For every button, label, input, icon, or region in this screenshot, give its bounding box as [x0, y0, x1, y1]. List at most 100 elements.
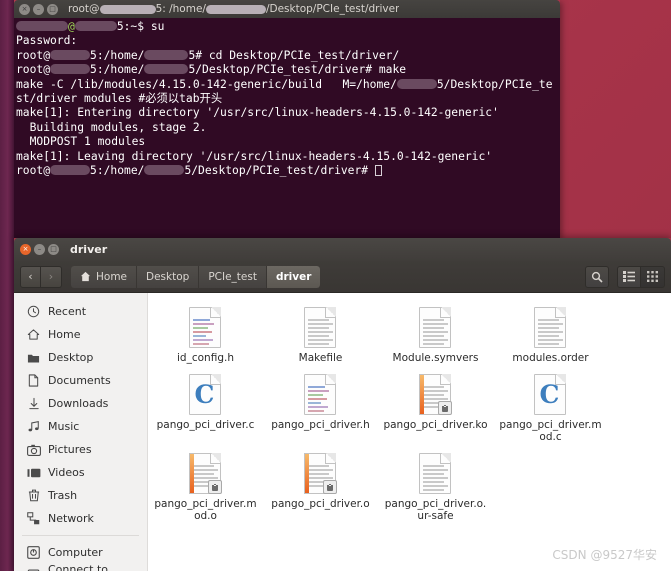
terminal-titlebar[interactable]: × – □ root@ 5: /home/ /Desktop/PCIe_test/d… — [14, 0, 560, 18]
file-manager-titlebar[interactable]: × – □ driver — [14, 238, 671, 261]
file-grid-row: Cpango_pci_driver.c pango_pci_driver.h pan… — [148, 370, 671, 449]
terminal-text: Building modules, stage 2. — [16, 120, 207, 134]
breadcrumb[interactable]: Home Desktop PCIe_test driver — [71, 265, 321, 288]
c-source-file-icon[interactable]: C — [533, 374, 568, 416]
binary-stripe — [418, 374, 424, 415]
terminal-line: root@ 5:/home/5/Desktop/PCIe_test/driver#… — [16, 63, 560, 77]
folder-icon — [26, 351, 41, 365]
grid-view-icon[interactable] — [641, 265, 665, 288]
terminal-line: MODPOST 1 modules — [16, 135, 560, 149]
file-item[interactable]: pango_pci_driver.o.ur-safe — [378, 449, 493, 522]
file-item[interactable]: pango_pci_driver.o — [263, 449, 378, 522]
text-file-icon[interactable] — [418, 307, 453, 349]
sidebar-item-pictures[interactable]: Pictures — [14, 438, 147, 461]
sidebar-item-music[interactable]: Music — [14, 415, 147, 438]
sidebar-item-computer[interactable]: Computer — [14, 541, 147, 564]
sidebar-item-label: Recent — [48, 305, 87, 318]
file-item[interactable]: id_config.h — [148, 303, 263, 364]
file-list-view[interactable]: id_config.h Makefile Module.symvers modules… — [148, 293, 671, 571]
redacted-username — [205, 4, 266, 14]
breadcrumb-item-home[interactable]: Home — [71, 265, 138, 288]
sidebar-item-label: Home — [48, 328, 81, 341]
terminal-minimize-icon[interactable]: – — [33, 3, 44, 15]
home-icon — [80, 271, 94, 282]
terminal-line: make[1]: Leaving directory '/usr/src/lin… — [16, 150, 560, 164]
sidebar-item-documents[interactable]: Documents — [14, 369, 147, 392]
file-item[interactable]: pango_pci_driver.mod.o — [148, 449, 263, 522]
file-manager-toolbar[interactable]: ‹ › Home Desktop PCIe_test driver — [14, 261, 671, 293]
text-file-icon[interactable] — [533, 307, 568, 349]
binary-file-icon[interactable] — [418, 374, 453, 416]
file-code-lines — [307, 386, 333, 414]
sidebar-item-home[interactable]: Home — [14, 323, 147, 346]
sidebar-item-recent[interactable]: Recent — [14, 300, 147, 323]
file-text-lines — [422, 319, 448, 347]
breadcrumb-item-pcie-test[interactable]: PCIe_test — [199, 265, 267, 288]
lock-icon — [207, 480, 222, 494]
document-icon — [26, 374, 41, 388]
terminal-text: make[1]: Entering directory '/usr/src/li… — [16, 106, 499, 120]
file-code-lines — [192, 319, 218, 347]
file-name-label: pango_pci_driver.mod.c — [499, 419, 602, 443]
back-button[interactable]: ‹ — [20, 265, 41, 288]
terminal-text: 5# cd Desktop/PCIe_test/driver/ — [188, 48, 400, 62]
close-icon[interactable]: × — [20, 244, 31, 255]
text-file-icon[interactable] — [303, 307, 338, 349]
navigation-buttons[interactable]: ‹ › — [20, 265, 62, 288]
c-source-file-icon[interactable]: C — [188, 374, 223, 416]
lock-icon — [437, 401, 452, 415]
sidebar-item-network[interactable]: Network — [14, 507, 147, 530]
file-item[interactable]: Cpango_pci_driver.mod.c — [493, 370, 608, 443]
sidebar-item-videos[interactable]: Videos — [14, 461, 147, 484]
list-view-icon[interactable] — [617, 265, 641, 288]
terminal-cursor — [374, 164, 382, 176]
file-text-lines — [537, 319, 563, 347]
unity-launcher-bar[interactable] — [0, 0, 14, 571]
file-name-label: modules.order — [512, 352, 589, 364]
minimize-icon[interactable]: – — [34, 244, 45, 255]
breadcrumb-label: PCIe_test — [208, 270, 257, 283]
sidebar-item-downloads[interactable]: Downloads — [14, 392, 147, 415]
text-file-icon[interactable] — [188, 307, 223, 349]
file-name-label: pango_pci_driver.ko — [383, 419, 488, 431]
view-toggle-group[interactable] — [617, 265, 665, 288]
text-file-icon[interactable] — [418, 453, 453, 495]
terminal-line: root@ 5:/home/5/Desktop/PCIe_test/driver# — [16, 164, 560, 178]
sidebar-item-label: Music — [48, 420, 80, 433]
file-item[interactable]: Module.symvers — [378, 303, 493, 364]
sidebar[interactable]: Recent Home Desktop Documents Downloads Music… — [14, 293, 148, 571]
breadcrumb-label: Home — [96, 270, 128, 283]
redacted-username — [50, 164, 91, 175]
terminal-text: make[1]: Leaving directory '/usr/src/lin… — [16, 149, 493, 163]
file-item[interactable]: Cpango_pci_driver.c — [148, 370, 263, 443]
terminal-title-prefix: root@ — [68, 3, 100, 15]
file-item[interactable]: pango_pci_driver.h — [263, 370, 378, 443]
redacted-username — [16, 21, 68, 31]
object-file-icon[interactable] — [303, 453, 338, 495]
terminal-line: Password: — [16, 34, 560, 48]
search-icon[interactable] — [585, 265, 609, 288]
file-item[interactable]: modules.order — [493, 303, 608, 364]
sidebar-item-desktop[interactable]: Desktop — [14, 346, 147, 369]
sidebar-item-connect-to-server[interactable]: Connect to Server — [14, 563, 147, 571]
maximize-icon[interactable]: □ — [48, 244, 59, 255]
window-title: driver — [70, 243, 108, 256]
breadcrumb-item-desktop[interactable]: Desktop — [137, 265, 200, 288]
file-manager-window[interactable]: × – □ driver ‹ › Home Desktop PCIe_test dri… — [14, 238, 671, 571]
trash-icon — [26, 489, 41, 503]
file-name-label: pango_pci_driver.o.ur-safe — [384, 498, 487, 522]
file-text-lines — [422, 465, 448, 493]
breadcrumb-item-driver[interactable]: driver — [266, 265, 321, 288]
terminal-close-icon[interactable]: × — [19, 3, 30, 15]
terminal-text: @ — [68, 20, 75, 33]
file-item[interactable]: Makefile — [263, 303, 378, 364]
file-text-lines — [307, 319, 333, 347]
file-item[interactable]: pango_pci_driver.ko — [378, 370, 493, 443]
sidebar-item-trash[interactable]: Trash — [14, 484, 147, 507]
header-file-icon[interactable] — [303, 374, 338, 416]
terminal-maximize-icon[interactable]: □ — [47, 3, 58, 15]
forward-button[interactable]: › — [41, 265, 62, 288]
object-file-icon[interactable] — [188, 453, 223, 495]
terminal-window[interactable]: × – □ root@ 5: /home/ /Desktop/PCIe_test/d… — [14, 0, 560, 238]
terminal-output[interactable]: @5:~$ su Password: root@ 5:/home/5# cd Desk… — [14, 18, 560, 238]
